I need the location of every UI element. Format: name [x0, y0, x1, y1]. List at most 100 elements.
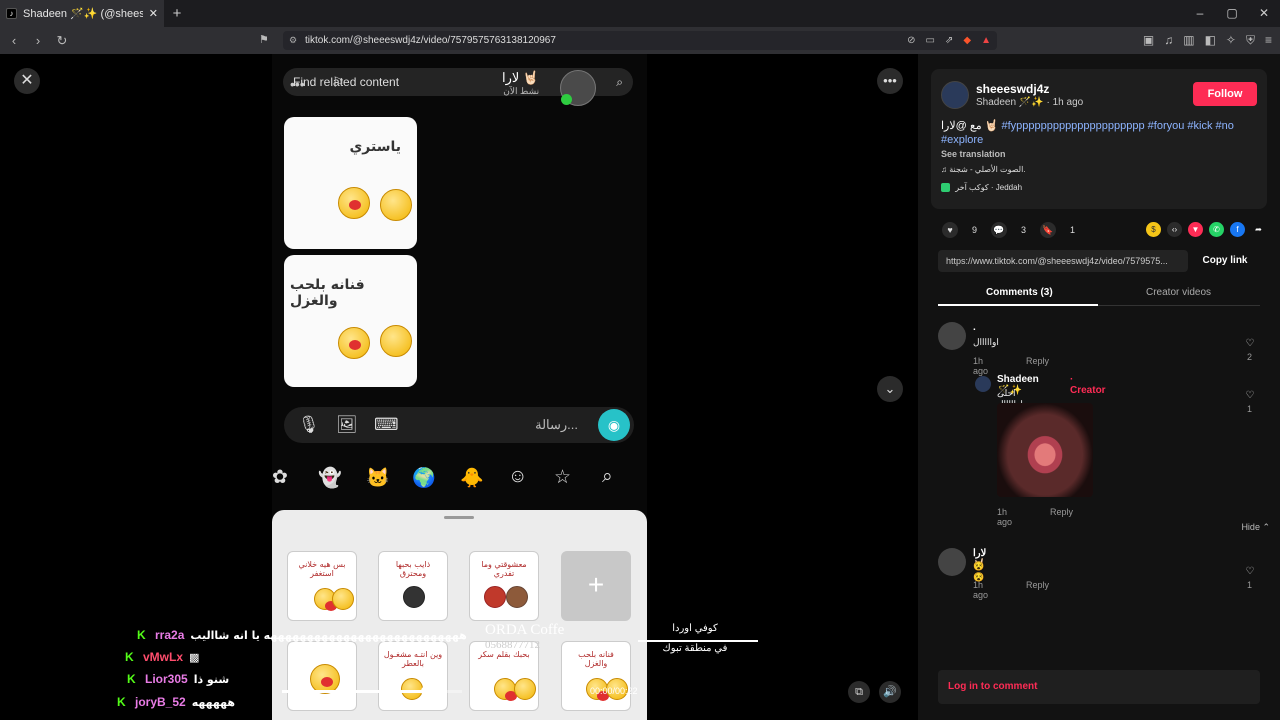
progress-knob[interactable] [421, 686, 431, 696]
login-to-comment[interactable]: Log in to comment [938, 670, 1260, 704]
cat-sticker-icon: 🐱 [366, 468, 390, 489]
reply-like-icon[interactable]: ♡ [1244, 390, 1256, 401]
heart-icon[interactable]: ♥ [942, 222, 958, 238]
close-tab-icon[interactable]: ✕ [149, 7, 158, 20]
facebook-icon[interactable]: f [1230, 222, 1245, 237]
location-tag[interactable]: كوكب آخر · Jeddah [941, 183, 1023, 193]
send-icon[interactable]: ▼ [1188, 222, 1203, 237]
emoji-icon [494, 678, 517, 701]
new-tab-icon[interactable]: + [164, 5, 190, 22]
reply-avatar[interactable] [975, 376, 991, 392]
browser-tab[interactable]: ♪ Shadeen 🪄✨ (@sheeswd ✕ [0, 0, 164, 27]
url-field[interactable]: ⚙ tiktok.com/@sheeeswdj4z/video/75795757… [283, 31, 997, 50]
maximize-icon[interactable]: ▢ [1216, 0, 1248, 27]
add-sticker-button: + [561, 551, 631, 621]
brave-shield-icon[interactable]: ◆ [963, 31, 971, 50]
rewards-icon[interactable]: ▲ [981, 31, 991, 50]
location-text: كوكب آخر · Jeddah [955, 183, 1023, 192]
reply-reply-button[interactable]: Reply [1050, 507, 1073, 517]
close-video-button[interactable]: ✕ [14, 68, 40, 94]
cast-icon[interactable]: ▭ [926, 31, 935, 50]
chat-emote-icon: ▩ [189, 650, 200, 664]
minimize-icon[interactable]: – [1184, 0, 1216, 27]
creator-username[interactable]: sheeeswdj4z [976, 82, 1049, 96]
comment-like-icon[interactable]: ♡ [1244, 566, 1256, 577]
sticker-tile-text: ذايب بحبها ومحترق [395, 560, 431, 578]
no-tracking-icon[interactable]: ⊘ [907, 31, 915, 50]
leo-icon[interactable]: ✧ [1226, 33, 1236, 48]
star-icon: ☆ [554, 467, 572, 488]
url-text: tiktok.com/@sheeeswdj4z/video/7579575763… [305, 35, 556, 46]
creator-meta: Shadeen 🪄✨ · 1h ago [976, 97, 1083, 108]
tab-creator-videos[interactable]: Creator videos [1146, 287, 1211, 298]
copy-link-button[interactable]: Copy link [1190, 250, 1260, 272]
bookmark-icon[interactable]: ⚑ [259, 33, 269, 46]
video-player[interactable]: Find related content ⌕ ••• ⚐ لارا 🤘🏻 نشط… [272, 54, 647, 720]
reply-button[interactable]: Reply [1026, 580, 1049, 590]
next-video-button[interactable]: ⌄ [877, 376, 903, 402]
forward-icon[interactable]: › [28, 33, 48, 48]
bookmark-icon[interactable]: 🔖 [1040, 222, 1057, 238]
comment-like-icon[interactable]: ♡ [1244, 338, 1256, 349]
more-options-button[interactable]: ••• [877, 68, 903, 94]
volume-icon[interactable]: 🔊 [879, 681, 901, 703]
coffee-logo-overlay: ORDA Coffe 0568877712 [485, 622, 577, 651]
sticker-tile-text: معشوقتي وما تفدري [481, 560, 527, 578]
coffee-ad-line2: في منطقة تبوك [662, 643, 728, 654]
commenter-avatar[interactable] [938, 548, 966, 576]
whatsapp-icon[interactable]: ✆ [1209, 222, 1224, 237]
sidebar-icon[interactable]: ▥ [1183, 33, 1194, 48]
commenter-name[interactable]: . [973, 322, 976, 333]
media-icon[interactable]: ♫ [1164, 33, 1173, 48]
globe-sticker-icon: 🌍 [412, 468, 436, 489]
microphone-icon: 🎙 [298, 415, 320, 434]
active-tab-indicator [938, 304, 1098, 306]
site-info-icon[interactable]: ⚙ [289, 31, 297, 50]
search-icon[interactable]: ⌕ [616, 68, 623, 96]
commenter-avatar[interactable] [938, 322, 966, 350]
sticker-tile: بحبك بقلم سكر [469, 641, 539, 711]
embed-icon[interactable]: ‹› [1167, 222, 1182, 237]
tab-comments[interactable]: Comments (3) [986, 287, 1053, 298]
like-count: 9 [972, 225, 978, 235]
see-translation-link[interactable]: See translation [941, 149, 1006, 159]
video-link-field[interactable]: https://www.tiktok.com/@sheeeswdj4z/vide… [938, 250, 1188, 272]
creator-display-name: Shadeen 🪄✨ [976, 97, 1044, 108]
search-stickers-icon: ⌕ [602, 466, 613, 487]
back-icon[interactable]: ‹ [4, 33, 24, 48]
chat-message: هههههه [191, 695, 236, 709]
chat-more-icon: ••• [290, 76, 305, 92]
hide-replies-button[interactable]: Hide ⌃ [1241, 522, 1270, 533]
reply-image[interactable] [997, 403, 1093, 497]
details-panel: sheeeswdj4z Shadeen 🪄✨ · 1h ago Follow م… [918, 54, 1280, 720]
character-icon [403, 586, 425, 608]
video-progress-bar[interactable] [282, 686, 462, 696]
wallet2-icon[interactable]: ◧ [1205, 33, 1216, 48]
share-arrow-icon[interactable]: ➦ [1251, 222, 1266, 237]
reply-button[interactable]: Reply [1026, 356, 1049, 366]
share-icon[interactable]: ⇗ [945, 31, 953, 50]
wallet-icon[interactable]: ▣ [1143, 33, 1154, 48]
ghost-icon: 👻 [318, 468, 342, 489]
sticker-tile-text: بس هيه خلاني استغفر [298, 560, 346, 578]
address-bar-row: ‹ › ↻ ⚑ ⚙ tiktok.com/@sheeeswdj4z/video/… [0, 27, 1280, 54]
coin-icon[interactable]: $ [1146, 222, 1161, 237]
creator-avatar[interactable] [941, 81, 969, 109]
sticker-text: ياستري [349, 139, 401, 155]
tray-handle [444, 516, 474, 519]
vpn-icon[interactable]: ⛨ [1246, 33, 1255, 48]
reply-like-count: 1 [1247, 404, 1253, 414]
chat-message: شنو ذا [193, 672, 230, 686]
music-link[interactable]: ♫ الصوت الأصلي - شجنة. [941, 165, 1026, 174]
post-time: · 1h ago [1046, 97, 1084, 108]
save-count: 1 [1070, 225, 1076, 235]
comment-icon[interactable]: 💬 [991, 222, 1008, 238]
follow-button[interactable]: Follow [1193, 82, 1257, 106]
window-close-icon[interactable]: ✕ [1248, 0, 1280, 27]
comment-like-count: 1 [1247, 580, 1253, 590]
sticker-tile: ذايب بحبها ومحترق [378, 551, 448, 621]
menu-icon[interactable]: ≡ [1265, 33, 1272, 48]
reload-icon[interactable]: ↻ [52, 33, 72, 49]
tongue-emoji-icon [380, 325, 412, 357]
pip-icon[interactable]: ⧉ [848, 681, 870, 703]
